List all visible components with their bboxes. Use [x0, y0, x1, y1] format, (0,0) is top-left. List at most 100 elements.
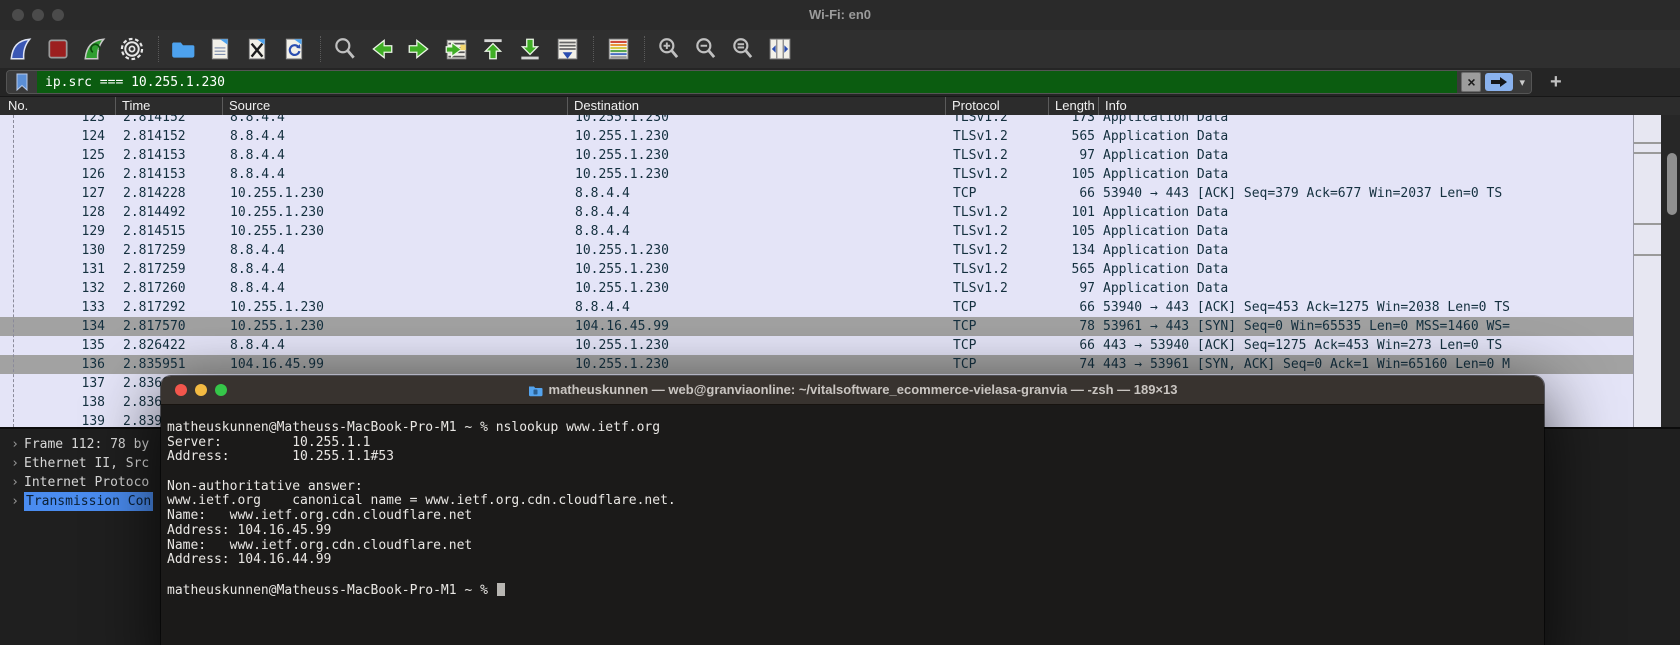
terminal-titlebar[interactable]: matheuskunnen — web@granviaonline: ~/vit… [161, 376, 1544, 405]
vertical-scrollbar[interactable] [1661, 115, 1680, 427]
packet-cell-length: 66 [1048, 298, 1095, 317]
toolbar-separator [320, 36, 322, 62]
expand-chevron-icon[interactable]: › [6, 454, 24, 473]
packet-cell-time: 2.817259 [115, 260, 222, 279]
packet-cell-info: Application Data [1095, 279, 1633, 298]
terminal-window[interactable]: matheuskunnen — web@granviaonline: ~/vit… [161, 376, 1544, 645]
wireshark-titlebar: Wi-Fi: en0 [0, 0, 1680, 31]
wireshark-window: Wi-Fi: en0 [0, 0, 1680, 645]
packet-cell-source: 8.8.4.4 [222, 165, 567, 184]
packet-cell-time: 2.817570 [115, 317, 222, 336]
column-header-time[interactable]: Time [115, 97, 222, 115]
packet-cell-no: 135 [20, 336, 115, 355]
bookmark-icon[interactable] [7, 71, 37, 93]
packet-cell-length: 66 [1048, 336, 1095, 355]
expand-chevron-icon[interactable]: › [6, 435, 24, 454]
filter-dropdown-caret-icon[interactable]: ▾ [1517, 76, 1527, 89]
terminal-line: Name: www.ietf.org.cdn.cloudflare.net [167, 539, 1544, 554]
display-filter-field[interactable]: ip.src === 10.255.1.230 × ▾ [6, 70, 1532, 94]
go-to-packet-icon[interactable] [443, 36, 469, 62]
detail-row-label: Frame 112: 78 by [24, 435, 149, 454]
packet-row[interactable]: 1322.8172608.8.4.410.255.1.230TLSv1.297A… [0, 279, 1633, 298]
packet-cell-protocol: TLSv1.2 [945, 146, 1048, 165]
filter-input[interactable]: ip.src === 10.255.1.230 [37, 71, 1457, 93]
packet-row[interactable]: 1292.81451510.255.1.2308.8.4.4TLSv1.2105… [0, 222, 1633, 241]
close-file-icon[interactable] [244, 36, 270, 62]
save-file-icon[interactable] [207, 36, 233, 62]
packet-cell-protocol: TLSv1.2 [945, 241, 1048, 260]
column-header-destination[interactable]: Destination [567, 97, 945, 115]
intelligent-scrollbar[interactable] [1633, 115, 1662, 427]
column-header-source[interactable]: Source [222, 97, 567, 115]
zoom-in-icon[interactable] [656, 36, 682, 62]
resize-columns-icon[interactable] [767, 36, 793, 62]
packet-cell-info: 53940 → 443 [ACK] Seq=453 Ack=1275 Win=2… [1095, 298, 1633, 317]
packet-row[interactable]: 1352.8264228.8.4.410.255.1.230TCP66443 →… [0, 336, 1633, 355]
previous-packet-icon[interactable] [369, 36, 395, 62]
terminal-line: Address: 104.16.44.99 [167, 553, 1544, 568]
packet-cell-protocol: TLSv1.2 [945, 127, 1048, 146]
packet-row[interactable]: 1312.8172598.8.4.410.255.1.230TLSv1.2565… [0, 260, 1633, 279]
packet-cell-length: 101 [1048, 203, 1095, 222]
next-packet-icon[interactable] [406, 36, 432, 62]
packet-cell-length: 565 [1048, 260, 1095, 279]
packet-row[interactable]: 1362.835951104.16.45.9910.255.1.230TCP74… [0, 355, 1633, 374]
add-filter-button[interactable]: + [1550, 71, 1562, 94]
packet-row[interactable]: 1252.8141538.8.4.410.255.1.230TLSv1.297A… [0, 146, 1633, 165]
packet-row[interactable]: 1272.81422810.255.1.2308.8.4.4TCP6653940… [0, 184, 1633, 203]
zoom-out-icon[interactable] [693, 36, 719, 62]
capture-options-gear-icon[interactable] [119, 36, 145, 62]
column-header-no[interactable]: No. [0, 97, 115, 115]
expand-chevron-icon[interactable]: › [6, 492, 24, 511]
packet-cell-protocol: TCP [945, 298, 1048, 317]
packet-cell-destination: 10.255.1.230 [567, 279, 945, 298]
open-file-folder-icon[interactable] [170, 36, 196, 62]
restart-capture-icon[interactable] [82, 36, 108, 62]
packet-cell-length: 134 [1048, 241, 1095, 260]
reload-file-icon[interactable] [281, 36, 307, 62]
packet-cell-length: 105 [1048, 222, 1095, 241]
column-header-info[interactable]: Info [1098, 97, 1680, 115]
terminal-line: Address: 10.255.1.1#53 [167, 450, 1544, 465]
packet-cell-destination: 10.255.1.230 [567, 115, 945, 127]
packet-cell-no: 130 [20, 241, 115, 260]
packet-row[interactable]: 1342.81757010.255.1.230104.16.45.99TCP78… [0, 317, 1633, 336]
detail-row-label: Transmission Con [24, 492, 153, 511]
expand-chevron-icon[interactable]: › [6, 473, 24, 492]
last-packet-icon[interactable] [517, 36, 543, 62]
stop-capture-icon[interactable] [45, 36, 71, 62]
packet-cell-source: 10.255.1.230 [222, 317, 567, 336]
packet-row[interactable]: 1232.8141528.8.4.410.255.1.230TLSv1.2173… [0, 115, 1633, 127]
packet-row[interactable]: 1282.81449210.255.1.2308.8.4.4TLSv1.2101… [0, 203, 1633, 222]
auto-scroll-icon[interactable] [554, 36, 580, 62]
packet-row[interactable]: 1242.8141528.8.4.410.255.1.230TLSv1.2565… [0, 127, 1633, 146]
packet-cell-source: 8.8.4.4 [222, 336, 567, 355]
packet-row[interactable]: 1262.8141538.8.4.410.255.1.230TLSv1.2105… [0, 165, 1633, 184]
start-capture-fin-icon[interactable] [8, 36, 34, 62]
apply-filter-button[interactable] [1485, 73, 1513, 91]
packet-cell-destination: 10.255.1.230 [567, 146, 945, 165]
packet-list-header: No.TimeSourceDestinationProtocolLengthIn… [0, 96, 1680, 116]
scrollbar-thumb[interactable] [1667, 153, 1677, 215]
find-packet-icon[interactable] [332, 36, 358, 62]
terminal-prompt-line: matheuskunnen@Matheuss-MacBook-Pro-M1 ~ … [167, 583, 1544, 598]
packet-cell-no: 134 [20, 317, 115, 336]
clear-filter-button[interactable]: × [1461, 72, 1481, 92]
apply-arrow-icon [1490, 76, 1508, 88]
terminal-content[interactable]: matheuskunnen@Matheuss-MacBook-Pro-M1 ~ … [161, 405, 1544, 645]
coloring-rules-icon[interactable] [605, 36, 631, 62]
packet-row[interactable]: 1332.81729210.255.1.2308.8.4.4TCP6653940… [0, 298, 1633, 317]
packet-cell-source: 8.8.4.4 [222, 115, 567, 127]
column-header-length[interactable]: Length [1048, 97, 1098, 115]
column-header-protocol[interactable]: Protocol [945, 97, 1048, 115]
first-packet-icon[interactable] [480, 36, 506, 62]
packet-cell-length: 78 [1048, 317, 1095, 336]
packet-cell-destination: 8.8.4.4 [567, 203, 945, 222]
packet-cell-length: 173 [1048, 115, 1095, 127]
packet-cell-source: 10.255.1.230 [222, 222, 567, 241]
packet-cell-length: 74 [1048, 355, 1095, 374]
packet-cell-protocol: TLSv1.2 [945, 222, 1048, 241]
packet-row[interactable]: 1302.8172598.8.4.410.255.1.230TLSv1.2134… [0, 241, 1633, 260]
zoom-reset-icon[interactable] [730, 36, 756, 62]
packet-cell-protocol: TLSv1.2 [945, 165, 1048, 184]
